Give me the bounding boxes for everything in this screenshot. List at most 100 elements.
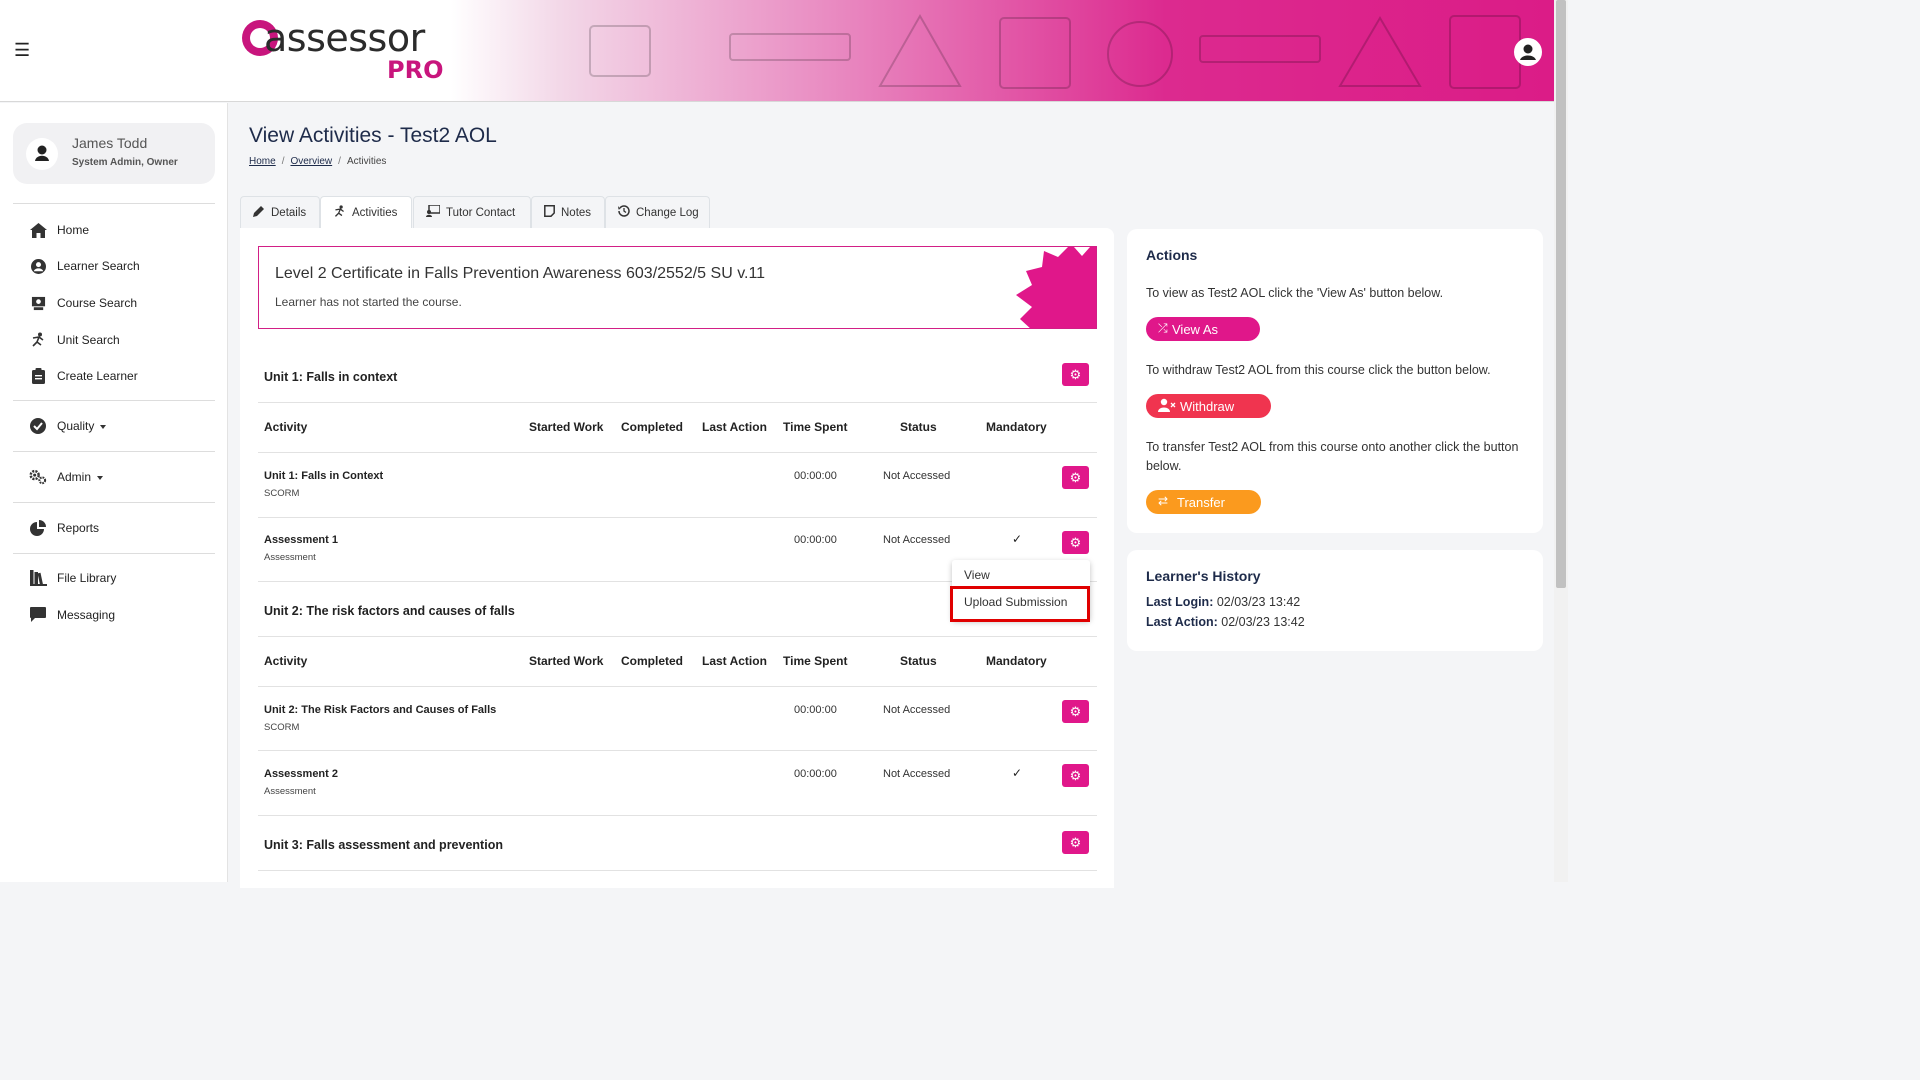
course-title: Level 2 Certificate in Falls Prevention … — [275, 265, 766, 282]
activity-status: Not Accessed — [883, 704, 951, 716]
nav-label: Unit Search — [57, 333, 120, 347]
divider — [258, 636, 1097, 637]
learner-history-card: Learner's History Last Login: 02/03/23 1… — [1127, 550, 1543, 651]
col-header-completed: Completed — [621, 654, 684, 668]
running-icon — [333, 204, 346, 221]
tab-notes[interactable]: Notes — [531, 196, 605, 228]
gear-icon: ⚙ — [1069, 834, 1082, 850]
tab-details[interactable]: Details — [240, 196, 320, 228]
tab-label: Tutor Contact — [446, 206, 516, 219]
actions-card: Actions To view as Test2 AOL click the '… — [1127, 229, 1543, 533]
view-as-button[interactable]: ⤮ View As — [1146, 317, 1260, 341]
activity-settings-button[interactable]: ⚙ — [1062, 700, 1089, 723]
nav-label: Reports — [57, 521, 100, 535]
col-header-completed: Completed — [621, 420, 684, 434]
tab-label: Change Log — [636, 206, 699, 219]
transfer-button[interactable]: ⇄ Transfer — [1146, 490, 1261, 514]
app-header: ☰ assessor PRO — [0, 0, 1554, 102]
activity-type: SCORM — [264, 488, 300, 499]
hamburger-icon[interactable]: ☰ — [14, 40, 34, 60]
withdraw-button[interactable]: Withdraw — [1146, 394, 1271, 418]
scrollbar-thumb[interactable] — [1556, 0, 1566, 588]
message-icon — [29, 606, 47, 624]
nav-admin[interactable]: Admin — [29, 467, 104, 487]
nav-messaging[interactable]: Messaging — [29, 605, 115, 625]
clipboard-icon — [29, 367, 47, 385]
activity-type: SCORM — [264, 722, 300, 733]
nav-label: Quality — [57, 419, 107, 433]
tab-label: Notes — [561, 206, 592, 219]
tab-label: Details — [271, 206, 307, 219]
unit-settings-button[interactable]: ⚙ — [1062, 363, 1089, 386]
tab-tutor-contact[interactable]: Tutor Contact — [413, 196, 531, 228]
activity-settings-button[interactable]: ⚙ — [1062, 764, 1089, 787]
nav-create-learner[interactable]: Create Learner — [29, 366, 138, 386]
page-title: View Activities - Test2 AOL — [249, 124, 497, 147]
divider — [13, 203, 215, 204]
pie-chart-icon — [29, 519, 47, 537]
status-badge-icon — [1016, 247, 1096, 328]
col-header-activity: Activity — [264, 420, 308, 434]
activity-context-menu: View Upload Submission — [950, 560, 1090, 622]
user-role: System Admin, Owner — [72, 157, 178, 168]
user-circle-icon[interactable] — [1514, 38, 1542, 66]
home-icon — [29, 221, 47, 239]
menu-item-upload-submission[interactable]: Upload Submission — [950, 586, 1090, 622]
unit-title: Unit 2: The risk factors and causes of f… — [264, 604, 515, 618]
actions-title: Actions — [1146, 247, 1198, 263]
nav-label: Create Learner — [57, 369, 138, 383]
user-remove-icon — [1158, 398, 1176, 415]
breadcrumb-overview[interactable]: Overview — [290, 156, 332, 167]
activities-card: Level 2 Certificate in Falls Prevention … — [240, 228, 1114, 888]
gear-icon: ⚙ — [1069, 366, 1082, 382]
breadcrumb-home[interactable]: Home — [249, 156, 276, 167]
app-logo[interactable]: assessor PRO — [242, 16, 452, 84]
time-spent: 00:00:00 — [794, 768, 837, 780]
gear-icon: ⚙ — [1069, 469, 1082, 485]
tab-activities[interactable]: Activities — [320, 196, 412, 228]
time-spent: 00:00:00 — [794, 534, 837, 546]
last-action: Last Action: 02/03/23 13:42 — [1146, 615, 1305, 629]
col-header-mandatory: Mandatory — [986, 654, 1047, 668]
col-header-started-work: Started Work — [529, 654, 604, 668]
activity-name: Assessment 1 — [264, 534, 338, 546]
col-header-status: Status — [900, 420, 937, 434]
exchange-icon: ⇄ — [1158, 494, 1169, 508]
divider — [13, 451, 215, 452]
activity-settings-button[interactable]: ⚙ — [1062, 466, 1089, 489]
tab-change-log[interactable]: Change Log — [605, 196, 710, 228]
gears-icon — [29, 468, 47, 486]
nav-unit-search[interactable]: Unit Search — [29, 330, 120, 350]
history-title: Learner's History — [1146, 568, 1261, 584]
activity-type: Assessment — [264, 786, 316, 797]
unit-settings-button[interactable]: ⚙ — [1062, 831, 1089, 854]
col-header-mandatory: Mandatory — [986, 420, 1047, 434]
menu-item-view[interactable]: View — [964, 568, 990, 582]
activity-settings-button[interactable]: ⚙ — [1062, 531, 1089, 554]
breadcrumb-separator: / — [338, 156, 341, 167]
nav-learner-search[interactable]: Learner Search — [29, 256, 140, 276]
nav-file-library[interactable]: File Library — [29, 568, 116, 588]
activity-status: Not Accessed — [883, 534, 951, 546]
divider — [258, 750, 1097, 751]
time-spent: 00:00:00 — [794, 704, 837, 716]
avatar-icon — [26, 138, 58, 170]
nav-label: Learner Search — [57, 259, 140, 273]
divider — [258, 402, 1097, 403]
nav-course-search[interactable]: Course Search — [29, 293, 137, 313]
breadcrumb: Home / Overview / Activities — [249, 156, 386, 167]
user-profile-card[interactable]: James Todd System Admin, Owner — [13, 123, 215, 184]
nav-reports[interactable]: Reports — [29, 518, 99, 538]
course-status: Learner has not started the course. — [275, 295, 462, 309]
unit-title: Unit 3: Falls assessment and prevention — [264, 838, 503, 852]
page-scrollbar[interactable] — [1554, 0, 1568, 882]
mandatory-check-icon: ✓ — [1012, 532, 1023, 546]
nav-home[interactable]: Home — [29, 220, 89, 240]
header-decoration — [589, 13, 1521, 89]
view-as-text: To view as Test2 AOL click the 'View As'… — [1146, 286, 1444, 300]
divider — [13, 502, 215, 503]
unit-icon — [29, 331, 47, 349]
activity-type: Assessment — [264, 552, 316, 563]
nav-quality[interactable]: Quality — [29, 416, 107, 436]
books-icon — [29, 569, 47, 587]
